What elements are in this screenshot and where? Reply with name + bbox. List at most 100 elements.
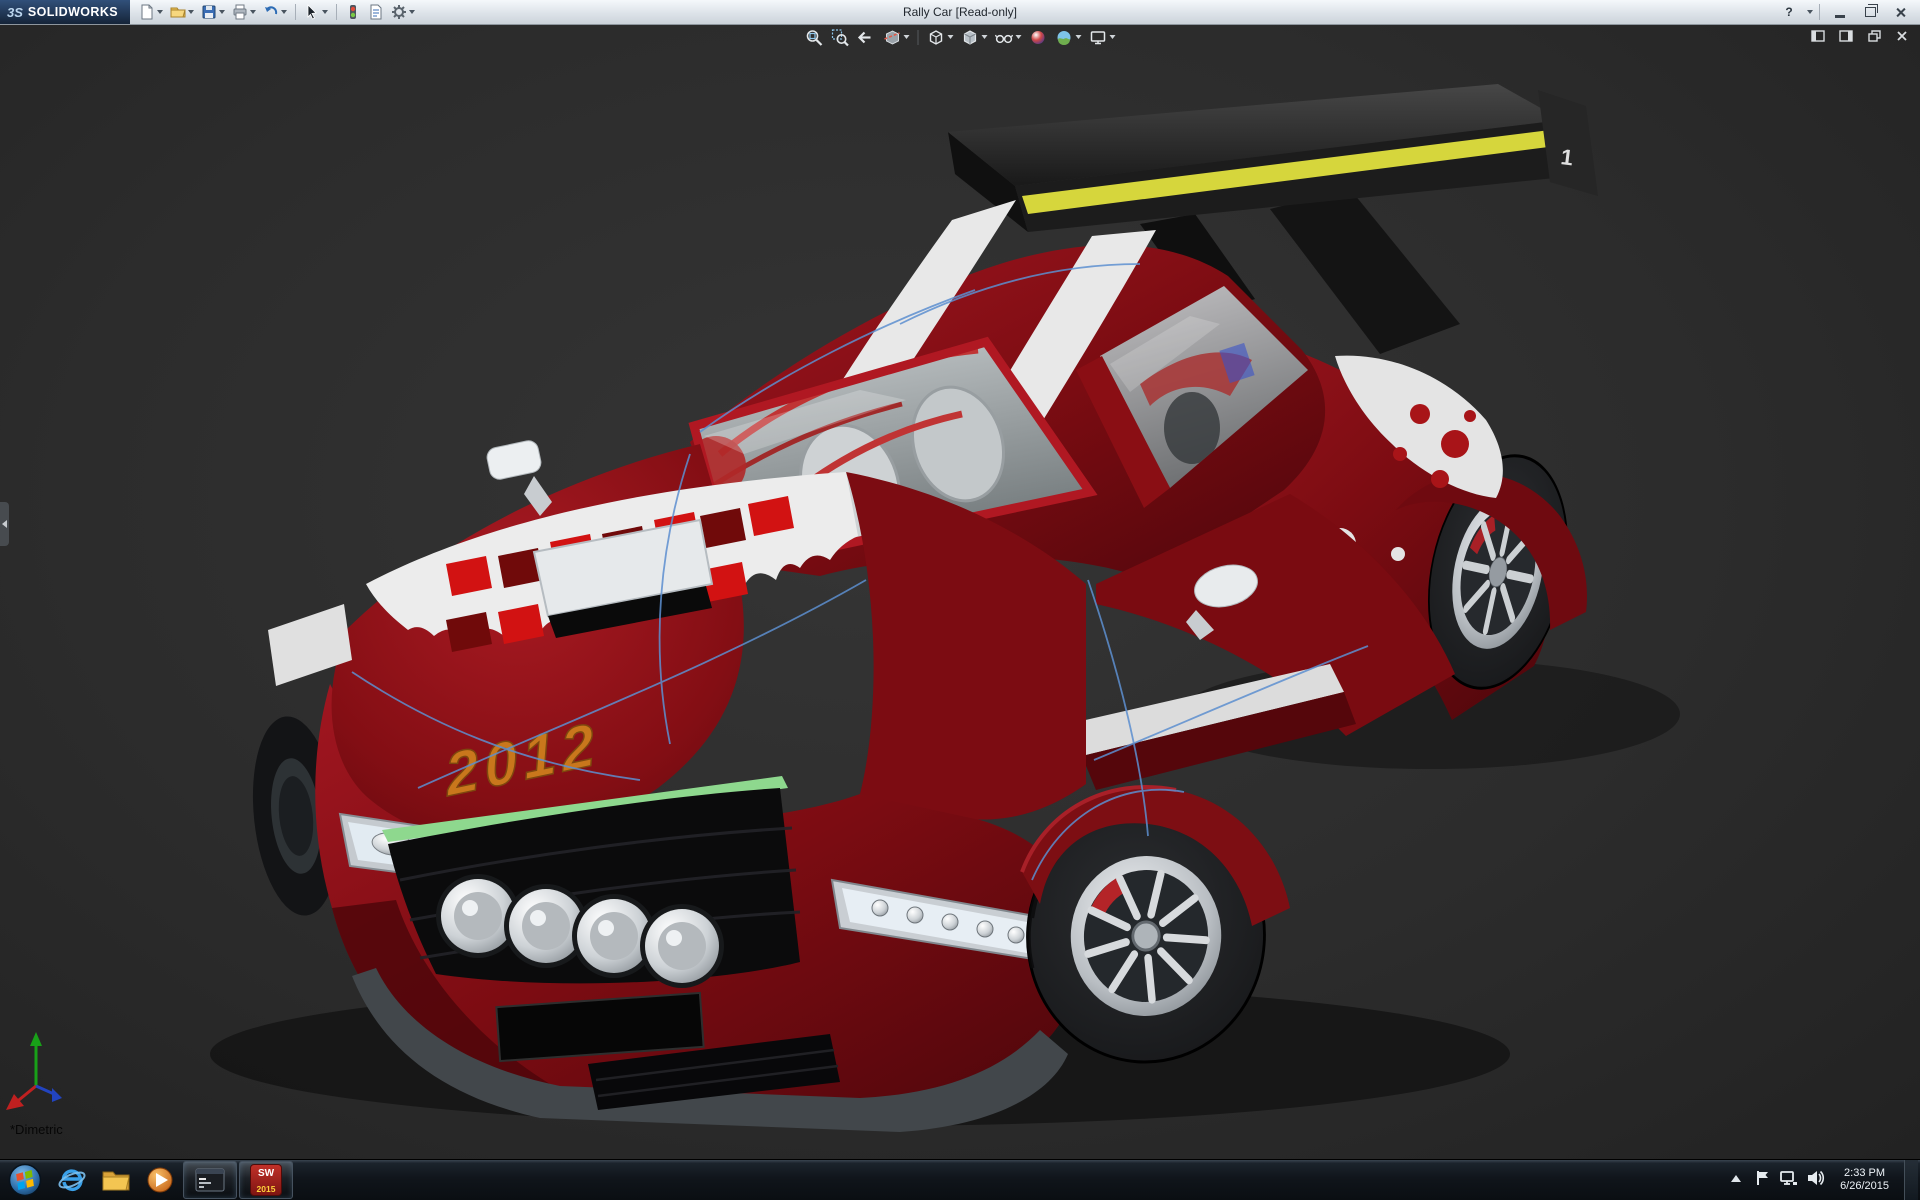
open-button[interactable] <box>167 2 197 23</box>
clock-date: 6/26/2015 <box>1840 1180 1889 1193</box>
solidworks-wordmark: SOLIDWORKS <box>28 5 118 19</box>
graphics-viewport[interactable]: 1 <box>0 24 1920 1160</box>
display-style-icon <box>961 28 980 47</box>
restore-document-icon <box>1868 30 1881 42</box>
zoom-to-area-button[interactable] <box>828 26 853 48</box>
view-orientation-button[interactable] <box>924 26 957 48</box>
start-button[interactable] <box>1 1162 49 1198</box>
display-style-button[interactable] <box>958 26 991 48</box>
3ds-logo-mark: 3S <box>7 5 23 20</box>
open-icon <box>170 4 186 20</box>
save-dropdown-chevron[interactable] <box>219 10 225 14</box>
help-dropdown-chevron[interactable] <box>1807 10 1813 14</box>
display-pane-button[interactable] <box>1836 28 1856 44</box>
new-document-button[interactable] <box>136 2 166 23</box>
solidworks-2015-button[interactable]: SW 2015 <box>239 1161 293 1199</box>
left-mirror <box>485 439 552 516</box>
print-button[interactable] <box>229 2 259 23</box>
rebuild-button[interactable] <box>342 2 364 23</box>
solidworks-taskbar-icon: SW 2015 <box>250 1164 282 1196</box>
document-window-controls <box>1808 28 1912 44</box>
volume-button[interactable] <box>1807 1170 1825 1191</box>
print-icon <box>232 4 248 20</box>
edit-appearance-ball-icon <box>1029 28 1048 47</box>
media-player-button[interactable] <box>139 1162 181 1198</box>
options-gear-icon <box>391 4 407 20</box>
new-document-icon <box>139 4 155 20</box>
hud-separator <box>918 30 919 45</box>
view-orientation-cube-icon <box>927 28 946 47</box>
display-pane-icon <box>1839 30 1853 42</box>
solidworks-logo: 3S SOLIDWORKS <box>0 0 130 24</box>
display-style-chevron[interactable] <box>982 35 988 39</box>
options-button[interactable] <box>388 2 418 23</box>
show-hidden-icons-button[interactable] <box>1726 1167 1746 1193</box>
hidden-icons-chevron-icon <box>1730 1174 1742 1184</box>
show-desktop-button[interactable] <box>1904 1160 1918 1200</box>
options-dropdown-chevron[interactable] <box>409 10 415 14</box>
zoom-to-fit-button[interactable] <box>802 26 827 48</box>
apply-scene-icon <box>1055 28 1074 47</box>
command-prompt-icon <box>195 1167 225 1193</box>
rebuild-icon <box>345 4 361 20</box>
action-center-button[interactable] <box>1755 1170 1771 1191</box>
internet-explorer-icon <box>57 1165 87 1195</box>
help-button[interactable]: ? <box>1775 3 1803 22</box>
apply-scene-chevron[interactable] <box>1076 35 1082 39</box>
hide-show-glasses-icon <box>995 28 1014 47</box>
minimize-button[interactable] <box>1826 3 1854 22</box>
start-orb-icon <box>8 1163 42 1197</box>
heads-up-view-toolbar <box>802 26 1119 48</box>
view-settings-button[interactable] <box>1086 26 1119 48</box>
save-icon <box>201 4 217 20</box>
toolbar-separator <box>336 4 337 20</box>
minimize-icon <box>1835 15 1845 18</box>
command-prompt-button[interactable] <box>183 1161 237 1199</box>
network-icon <box>1780 1170 1798 1186</box>
previous-view-button[interactable] <box>854 26 879 48</box>
title-bar: 3S SOLIDWORKS <box>0 0 1920 25</box>
file-properties-button[interactable] <box>365 2 387 23</box>
close-document-button[interactable] <box>1892 28 1912 44</box>
apply-scene-button[interactable] <box>1052 26 1085 48</box>
featuremanager-pane-icon <box>1811 30 1825 42</box>
featuremanager-flyout-tab[interactable] <box>0 502 9 546</box>
volume-speaker-icon <box>1807 1170 1825 1186</box>
edit-appearance-button[interactable] <box>1026 26 1051 48</box>
taskbar-clock[interactable]: 2:33 PM 6/26/2015 <box>1834 1167 1895 1193</box>
new-dropdown-chevron[interactable] <box>157 10 163 14</box>
hide-show-chevron[interactable] <box>1016 35 1022 39</box>
section-dropdown-chevron[interactable] <box>904 35 910 39</box>
undo-button[interactable] <box>260 2 290 23</box>
section-view-button[interactable] <box>880 26 913 48</box>
restore-icon <box>1865 7 1876 17</box>
restore-button[interactable] <box>1856 3 1884 22</box>
view-settings-chevron[interactable] <box>1110 35 1116 39</box>
select-button[interactable] <box>301 2 331 23</box>
3d-scene[interactable]: 1 <box>0 24 1920 1160</box>
file-properties-icon <box>368 4 384 20</box>
zoom-to-area-icon <box>831 28 850 47</box>
clock-time: 2:33 PM <box>1840 1167 1889 1180</box>
section-view-icon <box>883 28 902 47</box>
toolbar-separator <box>1819 4 1820 20</box>
restore-document-button[interactable] <box>1864 28 1884 44</box>
close-button[interactable] <box>1886 3 1914 22</box>
network-button[interactable] <box>1780 1170 1798 1191</box>
view-orientation-label: *Dimetric <box>10 1122 63 1137</box>
previous-view-icon <box>857 28 876 47</box>
select-dropdown-chevron[interactable] <box>322 10 328 14</box>
view-orientation-chevron[interactable] <box>948 35 954 39</box>
reference-triad <box>6 1032 62 1110</box>
rally-car-model[interactable]: 1 <box>244 84 1598 1132</box>
windows-explorer-button[interactable] <box>95 1162 137 1198</box>
featuremanager-pane-button[interactable] <box>1808 28 1828 44</box>
save-button[interactable] <box>198 2 228 23</box>
open-dropdown-chevron[interactable] <box>188 10 194 14</box>
print-dropdown-chevron[interactable] <box>250 10 256 14</box>
internet-explorer-button[interactable] <box>51 1162 93 1198</box>
select-cursor-icon <box>304 4 320 20</box>
windows-taskbar: SW 2015 2:33 PM 6/26/2015 <box>0 1159 1920 1200</box>
undo-dropdown-chevron[interactable] <box>281 10 287 14</box>
hide-show-items-button[interactable] <box>992 26 1025 48</box>
